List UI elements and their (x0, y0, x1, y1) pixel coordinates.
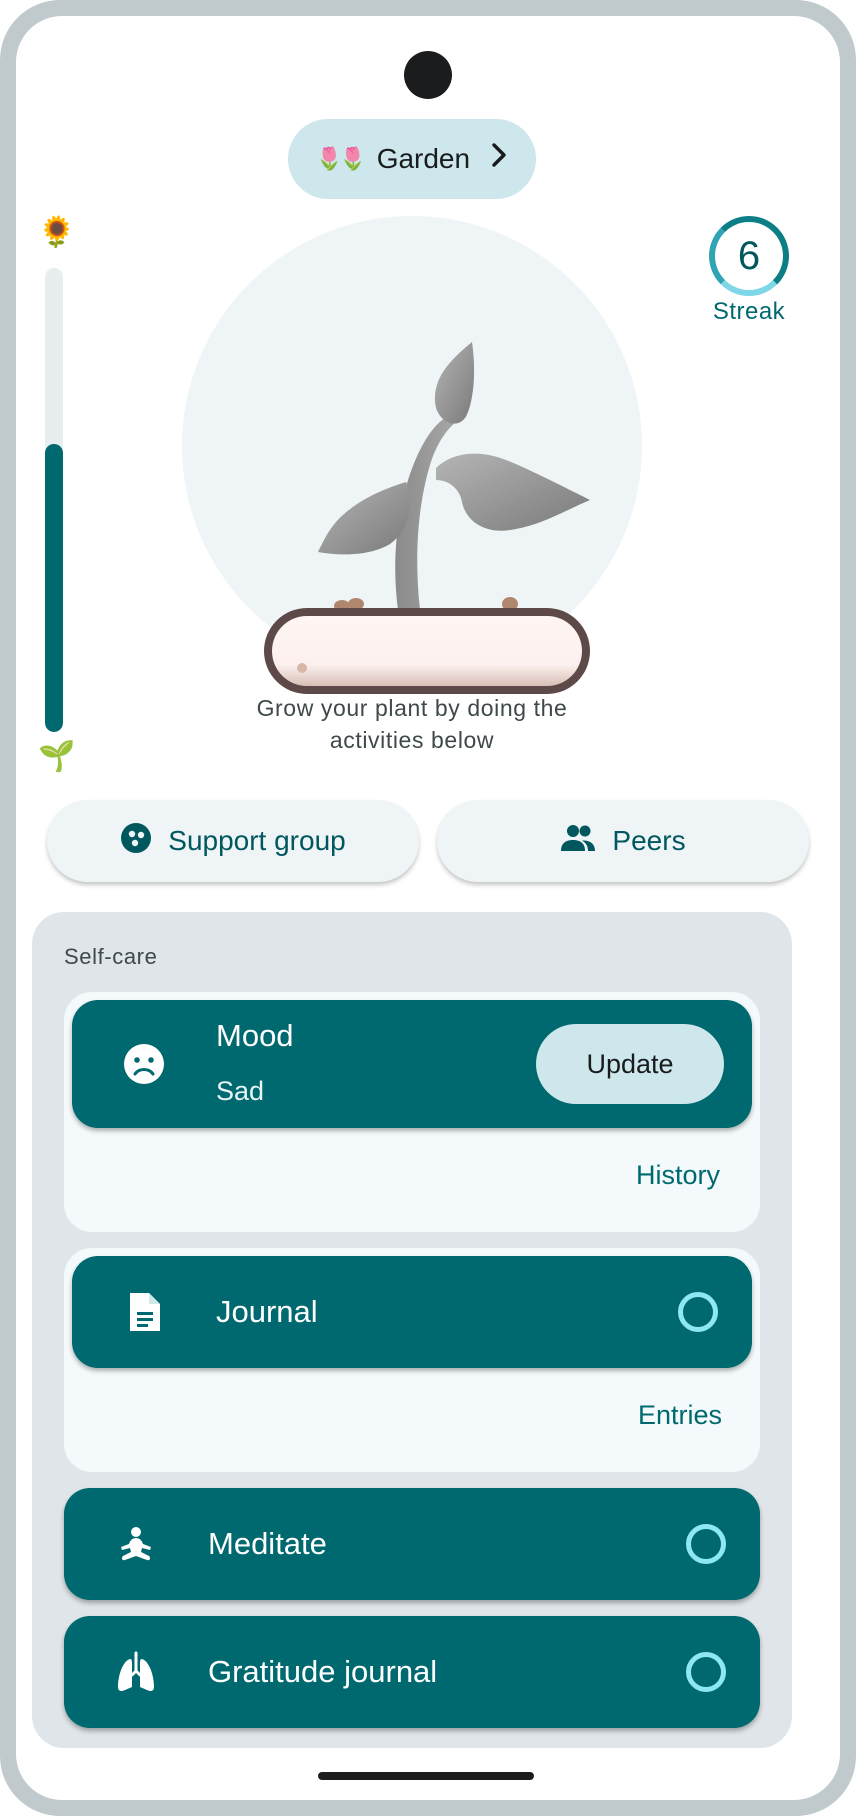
growth-progress-bar (45, 268, 63, 732)
streak-count: 6 (709, 216, 789, 296)
support-group-icon (120, 822, 152, 861)
meditation-icon (116, 1524, 156, 1564)
gratitude-journal-card[interactable]: Gratitude journal (64, 1616, 760, 1728)
peers-label: Peers (612, 825, 686, 856)
meditate-card[interactable]: Meditate (64, 1488, 760, 1600)
mood-card[interactable]: Mood Sad Update (72, 1000, 752, 1128)
circle-outline-icon[interactable] (686, 1524, 726, 1564)
flower-icon: 🌷🌷 (315, 146, 367, 171)
sprout-icon: 🌱 (38, 740, 76, 773)
sad-face-icon (122, 1042, 166, 1086)
support-group-button[interactable]: Support group (47, 800, 419, 882)
journal-title: Journal (216, 1294, 318, 1329)
plant-caption: Grow your plant by doing the activities … (256, 695, 568, 753)
mood-title: Mood (216, 1018, 294, 1053)
garden-label: Garden (376, 143, 471, 174)
peers-button[interactable]: Peers (437, 800, 809, 882)
sunflower-icon: 🌻 (38, 216, 76, 249)
journal-entries-link[interactable]: Entries (638, 1400, 722, 1431)
streak-indicator[interactable]: 6 Streak (703, 216, 795, 326)
plant-illustration (264, 342, 590, 694)
home-indicator[interactable] (318, 1772, 534, 1780)
lungs-icon (114, 1650, 158, 1694)
chevron-right-icon (490, 142, 508, 176)
gratitude-journal-title: Gratitude journal (208, 1654, 438, 1689)
camera-cutout (404, 51, 452, 99)
people-icon (560, 824, 596, 859)
self-care-title: Self-care (64, 944, 158, 969)
streak-label: Streak (712, 298, 786, 325)
growth-progress-fill (45, 444, 63, 732)
journal-card[interactable]: Journal (72, 1256, 752, 1368)
circle-outline-icon[interactable] (686, 1652, 726, 1692)
circle-outline-icon[interactable] (678, 1292, 718, 1332)
document-icon (126, 1292, 162, 1332)
mood-value: Sad (216, 1076, 265, 1106)
garden-button[interactable]: 🌷🌷 Garden (288, 119, 536, 199)
mood-history-link[interactable]: History (636, 1160, 720, 1191)
support-group-label: Support group (168, 825, 346, 856)
meditate-title: Meditate (208, 1526, 327, 1561)
mood-update-button[interactable]: Update (536, 1024, 724, 1104)
